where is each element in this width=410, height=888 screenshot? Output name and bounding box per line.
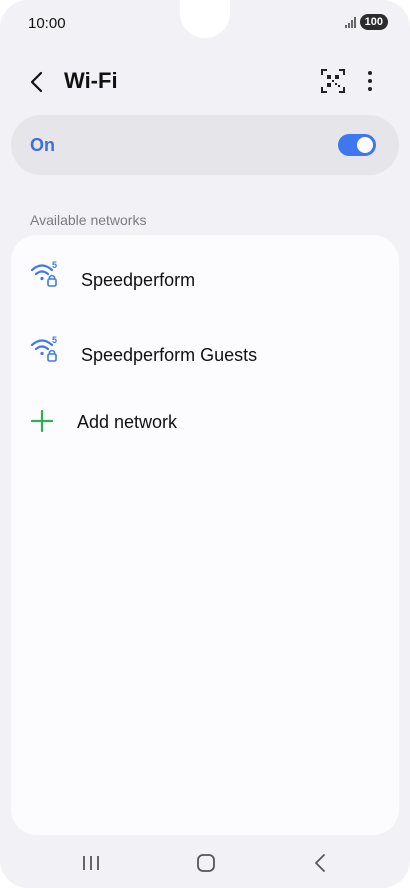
svg-text:5: 5 <box>52 335 57 345</box>
back-arrow-icon[interactable] <box>26 68 50 96</box>
battery-indicator: 100 <box>359 14 388 30</box>
svg-text:5: 5 <box>52 260 57 270</box>
plus-icon[interactable] <box>31 410 53 432</box>
network-item-speedperform[interactable]: 5 Speedperform <box>11 243 399 303</box>
signal-icon <box>344 16 356 28</box>
recent-apps-icon[interactable] <box>81 854 101 872</box>
toggle-state-label: On <box>30 135 55 155</box>
network-name: Speedperform Guests <box>81 345 258 365</box>
camera-notch <box>180 0 230 38</box>
phone-screen: 10:00 100 Wi-Fi On Available networks 5 … <box>0 0 410 888</box>
status-time: 10:00 <box>28 15 66 32</box>
wifi-secured-5ghz-icon: 5 <box>30 335 57 362</box>
qr-code-icon[interactable] <box>320 68 346 94</box>
switch-knob <box>357 137 373 153</box>
page-title: Wi-Fi <box>64 68 118 93</box>
home-icon[interactable] <box>196 853 216 873</box>
nav-back-icon[interactable] <box>312 853 328 873</box>
wifi-switch[interactable] <box>338 134 376 156</box>
status-indicators: 100 <box>344 14 388 30</box>
available-networks-heading: Available networks <box>30 212 147 228</box>
more-options-icon[interactable] <box>360 68 380 94</box>
app-header: Wi-Fi <box>0 60 410 104</box>
network-list: 5 Speedperform 5 Speedperform Guests Add… <box>11 235 399 835</box>
add-network-button[interactable]: Add network <box>77 412 177 433</box>
network-name: Speedperform <box>81 270 196 290</box>
wifi-master-toggle[interactable]: On <box>11 115 399 175</box>
system-navigation-bar <box>0 840 410 888</box>
network-item-speedperform-guests[interactable]: 5 Speedperform Guests <box>11 318 399 378</box>
wifi-secured-5ghz-icon: 5 <box>30 260 57 287</box>
